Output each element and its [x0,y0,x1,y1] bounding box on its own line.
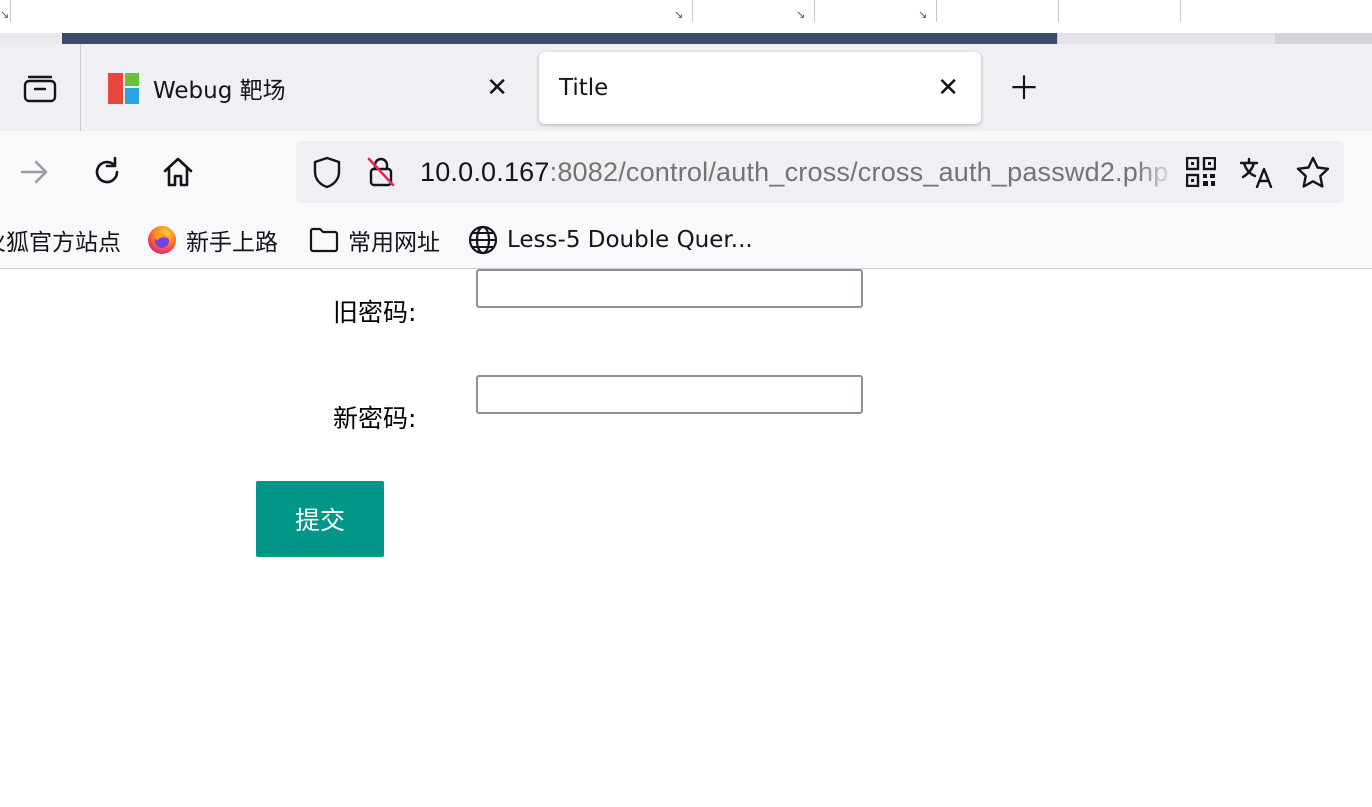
tab-title: Title [559,75,609,101]
tab-strip: Webug 靶场 ✕ Title ✕ ＋ [0,44,1372,131]
top-ruler-strip: ↘ ↘ ↘ ↘ [0,0,1372,34]
bookmark-star-icon[interactable] [1296,155,1330,189]
old-password-label: 旧密码: [333,298,417,327]
new-password-field[interactable] [476,375,863,414]
page-content: 旧密码: 新密码: 提交 [0,269,1372,807]
url-host: 10.0.0.167 [420,157,550,187]
bookmark-label: 新手上路 [186,230,278,256]
resize-arrow-icon: ↘ [918,8,928,21]
submit-button[interactable]: 提交 [256,481,384,557]
url-bar[interactable]: 10.0.0.167:8082/control/auth_cross/cross… [296,141,1344,203]
tab-webug[interactable]: Webug 靶场 ✕ [90,52,530,124]
firefox-view-icon [23,75,57,102]
ruler-divider [814,0,815,22]
firefox-logo-icon [147,225,177,255]
resize-arrow-icon: ↘ [674,8,684,21]
old-password-field[interactable] [476,269,863,308]
ruler-divider [1180,0,1181,22]
forward-button[interactable] [16,153,54,191]
bookmark-label: Less-5 Double Quer... [507,227,753,253]
ruler-divider [1058,0,1059,22]
webug-favicon-icon [108,72,139,104]
home-icon [163,157,193,187]
firefox-view-button[interactable] [0,44,81,131]
background-panel [1275,33,1372,44]
new-tab-plus-icon[interactable]: ＋ [1008,70,1040,106]
url-path: :8082/control/auth_cross/cross_auth_pass… [549,157,1169,187]
bookmarks-toolbar: 火狐官方站点 新手上路 常用网址 [0,213,1372,269]
background-panel [1057,33,1276,44]
folder-icon [309,227,339,253]
bookmark-label: 常用网址 [348,230,440,256]
bookmark-folder[interactable]: 常用网址 [309,224,440,256]
tab-title-active[interactable]: Title ✕ [539,52,981,124]
insecure-connection-lock-icon[interactable] [364,155,398,189]
home-button[interactable] [159,153,197,191]
tracking-protection-shield-icon[interactable] [310,155,344,189]
url-overflow-fade [1136,141,1176,203]
tab-title: Webug 靶场 [153,78,286,104]
navigation-bar: 10.0.0.167:8082/control/auth_cross/cross… [0,131,1372,213]
resize-arrow-icon: ↘ [796,8,806,21]
ruler-divider [692,0,693,22]
close-tab-icon[interactable]: ✕ [486,73,508,103]
reload-button[interactable] [88,153,126,191]
url-text[interactable]: 10.0.0.167:8082/control/auth_cross/cross… [420,155,1168,189]
translate-icon[interactable] [1239,155,1273,189]
new-password-label: 新密码: [333,404,417,433]
qr-code-icon[interactable] [1184,155,1218,189]
bookmark-item[interactable]: Less-5 Double Quer... [468,224,753,256]
globe-icon [468,225,498,255]
ruler-divider [936,0,937,22]
resize-arrow-icon: ↘ [0,8,10,21]
forward-arrow-icon [20,160,48,184]
bookmark-item[interactable]: 火狐官方站点 [0,224,121,256]
ruler-divider [10,0,11,22]
bookmark-label: 火狐官方站点 [0,230,121,256]
bookmark-item[interactable]: 新手上路 [147,224,278,256]
close-tab-icon[interactable]: ✕ [937,73,959,103]
background-window-strip [0,33,1372,44]
reload-icon [95,156,119,184]
background-banner [62,33,1057,44]
